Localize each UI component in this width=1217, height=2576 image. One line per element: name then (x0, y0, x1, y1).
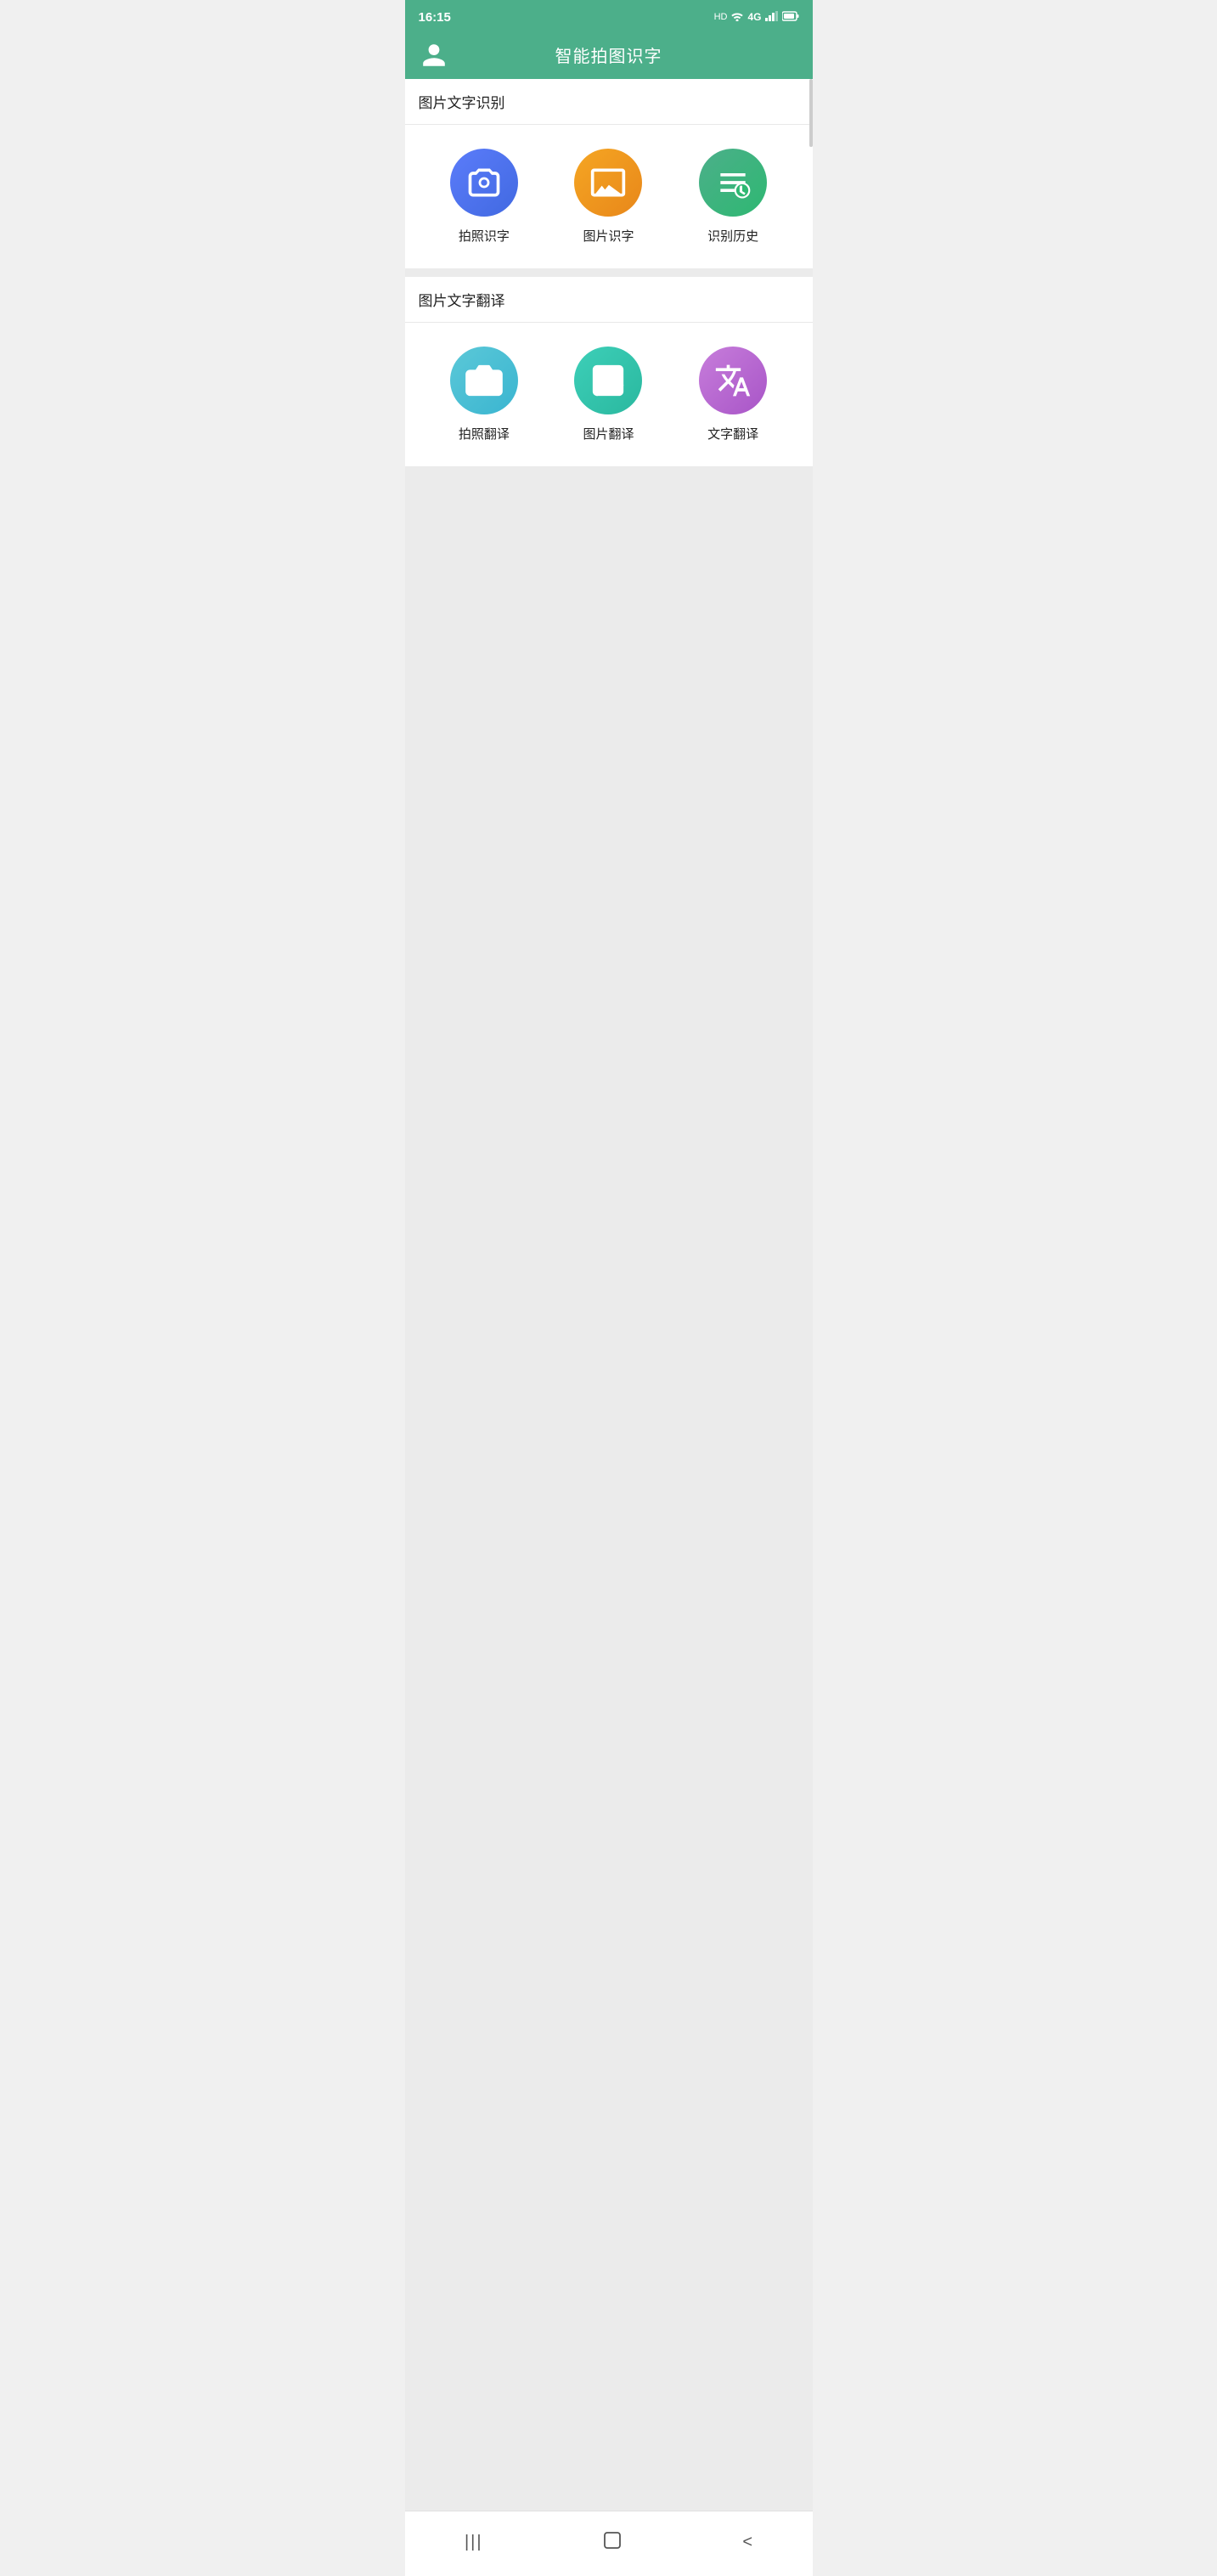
ocr-history-label: 识别历史 (707, 227, 758, 245)
main-content: 图片文字识别 拍照识字 图片识字 (405, 79, 813, 2511)
status-icons: HD 4G (714, 10, 799, 24)
status-bar: 16:15 HD 4G (405, 0, 813, 34)
scroll-indicator[interactable] (809, 79, 813, 147)
text-translate-button[interactable]: 文字翻译 (671, 347, 796, 442)
section-divider-1 (405, 268, 813, 277)
image-ocr-button[interactable]: 图片识字 (546, 149, 671, 245)
section1-header: 图片文字识别 (405, 79, 813, 125)
user-avatar-button[interactable] (419, 40, 449, 70)
text-translate-label: 文字翻译 (707, 425, 758, 442)
ocr-history-button[interactable]: 识别历史 (671, 149, 796, 245)
nav-home-button[interactable] (585, 2525, 639, 2559)
translate-icon (714, 362, 752, 399)
page-title: 智能拍图识字 (555, 42, 662, 67)
image-ocr-icon-circle (574, 149, 642, 217)
capture-ocr-button[interactable]: 拍照识字 (422, 149, 547, 245)
nav-back-icon: < (742, 2534, 752, 2551)
camera2-icon (465, 362, 503, 399)
capture-ocr-label: 拍照识字 (459, 227, 510, 245)
image-ocr-label: 图片识字 (583, 227, 634, 245)
image-translate-label: 图片翻译 (583, 425, 634, 442)
image-translate-icon-circle (574, 347, 642, 414)
section1-grid: 拍照识字 图片识字 识别历史 (405, 125, 813, 268)
nav-menu-icon: ||| (465, 2534, 483, 2551)
bottom-empty-area (405, 466, 813, 2511)
network-label: 4G (747, 11, 761, 23)
history-icon (714, 164, 752, 201)
status-time: 16:15 (419, 10, 451, 25)
image2-icon (589, 362, 627, 399)
image-translate-button[interactable]: 图片翻译 (546, 347, 671, 442)
nav-home-icon (602, 2530, 623, 2554)
nav-bar: ||| < (405, 2511, 813, 2576)
capture-ocr-icon-circle (450, 149, 518, 217)
section2-header: 图片文字翻译 (405, 277, 813, 323)
nav-menu-button[interactable]: ||| (448, 2528, 500, 2556)
capture-translate-icon-circle (450, 347, 518, 414)
hd-label: HD (714, 12, 728, 22)
image-icon (589, 164, 627, 201)
capture-translate-button[interactable]: 拍照翻译 (422, 347, 547, 442)
nav-back-button[interactable]: < (725, 2528, 769, 2556)
section2-grid: 拍照翻译 图片翻译 文字翻译 (405, 323, 813, 466)
toolbar: 智能拍图识字 (405, 34, 813, 79)
ocr-history-icon-circle (699, 149, 767, 217)
wifi-icon (730, 10, 744, 24)
battery-icon (782, 11, 799, 24)
text-translate-icon-circle (699, 347, 767, 414)
signal-icon (765, 11, 779, 24)
user-icon (420, 42, 448, 69)
camera-icon (465, 164, 503, 201)
capture-translate-label: 拍照翻译 (459, 425, 510, 442)
